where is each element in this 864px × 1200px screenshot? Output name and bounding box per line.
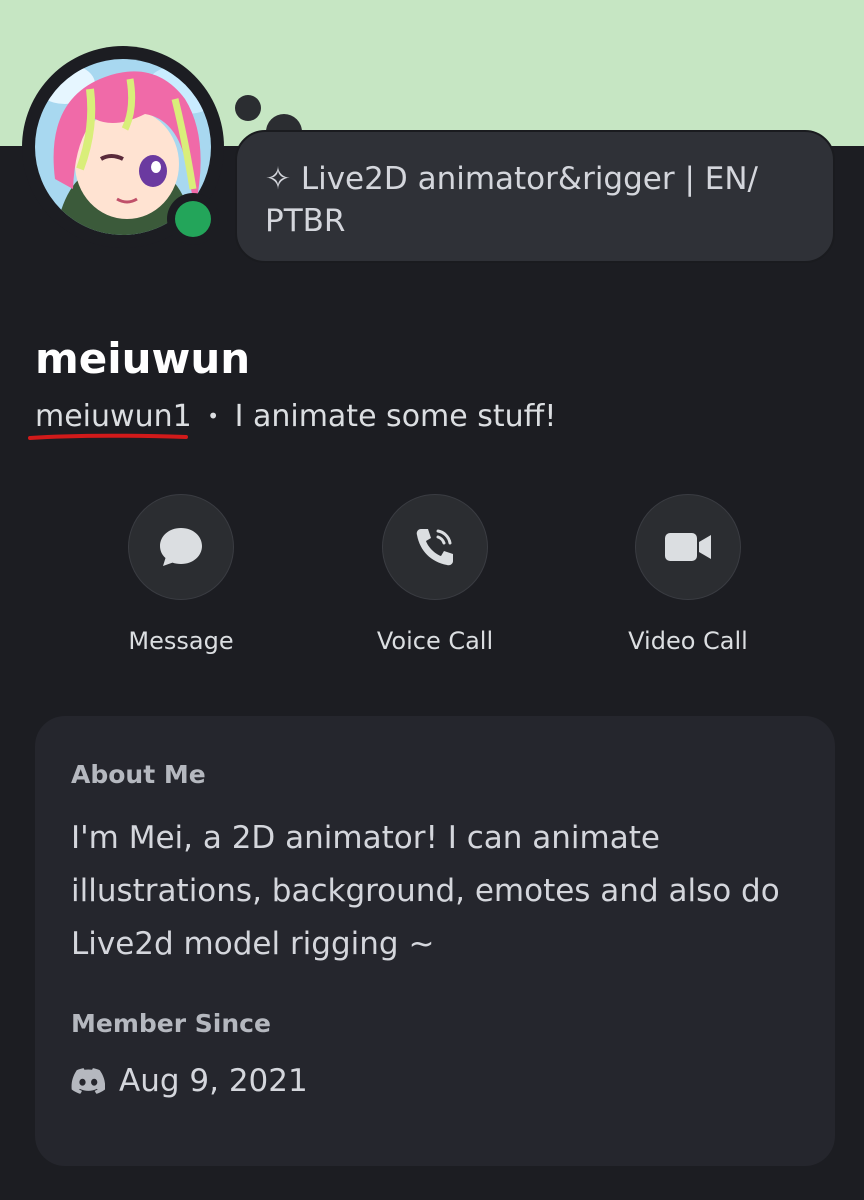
custom-status-bubble[interactable]: ✧ Live2D animator&rigger | EN/ PTBR bbox=[235, 130, 835, 263]
pronoun-line: I animate some stuff! bbox=[234, 399, 557, 434]
message-button-circle[interactable] bbox=[128, 494, 234, 600]
voice-call-button-circle[interactable] bbox=[382, 494, 488, 600]
member-since-title: Member Since bbox=[71, 1009, 271, 1038]
about-me-text: I'm Mei, a 2D animator! I can animate il… bbox=[71, 820, 780, 962]
voice-call-label: Voice Call bbox=[376, 627, 494, 655]
display-name: meiuwun bbox=[35, 334, 251, 383]
video-call-button[interactable]: Video Call bbox=[588, 494, 788, 656]
online-status-icon bbox=[175, 201, 211, 237]
about-me-title: About Me bbox=[71, 760, 206, 789]
voice-call-button[interactable]: Voice Call bbox=[335, 494, 535, 656]
custom-status-text: ✧ Live2D animator&rigger | EN/ PTBR bbox=[265, 161, 758, 239]
phone-call-icon bbox=[416, 529, 453, 566]
annotation-underline bbox=[28, 433, 188, 440]
message-label: Message bbox=[128, 627, 234, 655]
profile-info-card: About Me I'm Mei, a 2D animator! I can a… bbox=[35, 716, 835, 1166]
separator-dot: • bbox=[207, 404, 220, 428]
member-since-row: Aug 9, 2021 bbox=[71, 1061, 799, 1101]
message-bubble-icon bbox=[160, 528, 202, 566]
message-button[interactable]: Message bbox=[81, 494, 281, 656]
video-call-button-circle[interactable] bbox=[635, 494, 741, 600]
video-call-label: Video Call bbox=[628, 627, 748, 655]
discord-logo-icon bbox=[71, 1067, 105, 1095]
username[interactable]: meiuwun1 bbox=[35, 399, 192, 434]
video-camera-icon bbox=[665, 533, 711, 561]
thought-bubble-dot-small bbox=[235, 95, 261, 121]
member-since-date: Aug 9, 2021 bbox=[119, 1063, 308, 1099]
action-bar: Message Voice Call Video Call bbox=[0, 494, 864, 664]
